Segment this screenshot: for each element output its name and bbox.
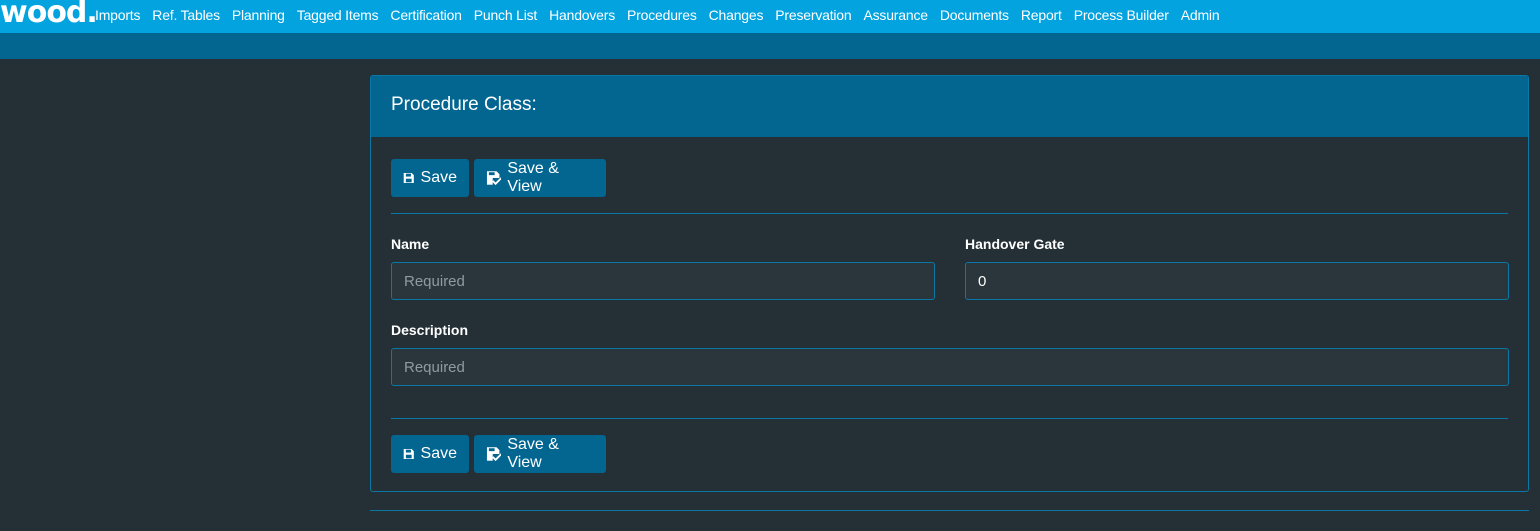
- name-input[interactable]: Required: [391, 262, 935, 300]
- description-label: Description: [391, 322, 469, 338]
- divider-top: [391, 213, 1508, 214]
- sub-navbar: [0, 33, 1540, 59]
- panel-header: Procedure Class:: [371, 76, 1528, 137]
- name-placeholder: Required: [404, 272, 465, 290]
- save-check-icon: [486, 171, 502, 186]
- nav-item-preservation[interactable]: Preservation: [769, 7, 857, 23]
- save-label: Save: [420, 445, 457, 462]
- floppy-disk-icon: [403, 448, 414, 460]
- nav-item-assurance[interactable]: Assurance: [857, 7, 933, 23]
- nav-item-process-builder[interactable]: Process Builder: [1068, 7, 1175, 23]
- save-view-button-top[interactable]: Save & View: [474, 159, 606, 197]
- nav-item-certification[interactable]: Certification: [384, 7, 467, 23]
- handover-gate-label: Handover Gate: [965, 236, 1065, 252]
- nav-item-report[interactable]: Report: [1015, 7, 1068, 23]
- page-divider: [370, 510, 1529, 511]
- save-label: Save: [420, 169, 457, 186]
- description-placeholder: Required: [404, 358, 465, 376]
- save-button-bottom[interactable]: Save: [391, 435, 469, 473]
- page-title: Procedure Class:: [391, 94, 537, 115]
- divider-bottom: [391, 418, 1508, 419]
- save-button-top[interactable]: Save: [391, 159, 469, 197]
- nav-item-punch-list[interactable]: Punch List: [468, 7, 543, 23]
- logo-text: wood: [0, 0, 87, 30]
- nav-item-handovers[interactable]: Handovers: [543, 7, 621, 23]
- nav-item-admin[interactable]: Admin: [1175, 7, 1226, 23]
- procedure-class-panel: Procedure Class: Save Save & View Name R…: [370, 75, 1529, 492]
- save-view-label: Save & View: [507, 160, 559, 195]
- nav-item-documents[interactable]: Documents: [934, 7, 1015, 23]
- nav-links: Imports Ref. Tables Planning Tagged Item…: [89, 0, 1225, 29]
- floppy-disk-icon: [403, 172, 414, 184]
- top-navbar: wood. Imports Ref. Tables Planning Tagge…: [0, 0, 1540, 33]
- handover-gate-value: 0: [978, 272, 987, 290]
- nav-item-ref-tables[interactable]: Ref. Tables: [146, 7, 226, 23]
- save-view-label: Save & View: [507, 436, 559, 471]
- nav-item-imports[interactable]: Imports: [89, 7, 146, 23]
- brand-logo[interactable]: wood.: [0, 0, 98, 33]
- description-input[interactable]: Required: [391, 348, 1509, 386]
- nav-item-tagged-items[interactable]: Tagged Items: [291, 7, 385, 23]
- handover-gate-input[interactable]: 0: [965, 262, 1509, 300]
- save-check-icon: [486, 447, 502, 462]
- nav-item-procedures[interactable]: Procedures: [621, 7, 703, 23]
- nav-item-changes[interactable]: Changes: [703, 7, 770, 23]
- name-label: Name: [391, 236, 430, 252]
- nav-item-planning[interactable]: Planning: [226, 7, 291, 23]
- save-view-button-bottom[interactable]: Save & View: [474, 435, 606, 473]
